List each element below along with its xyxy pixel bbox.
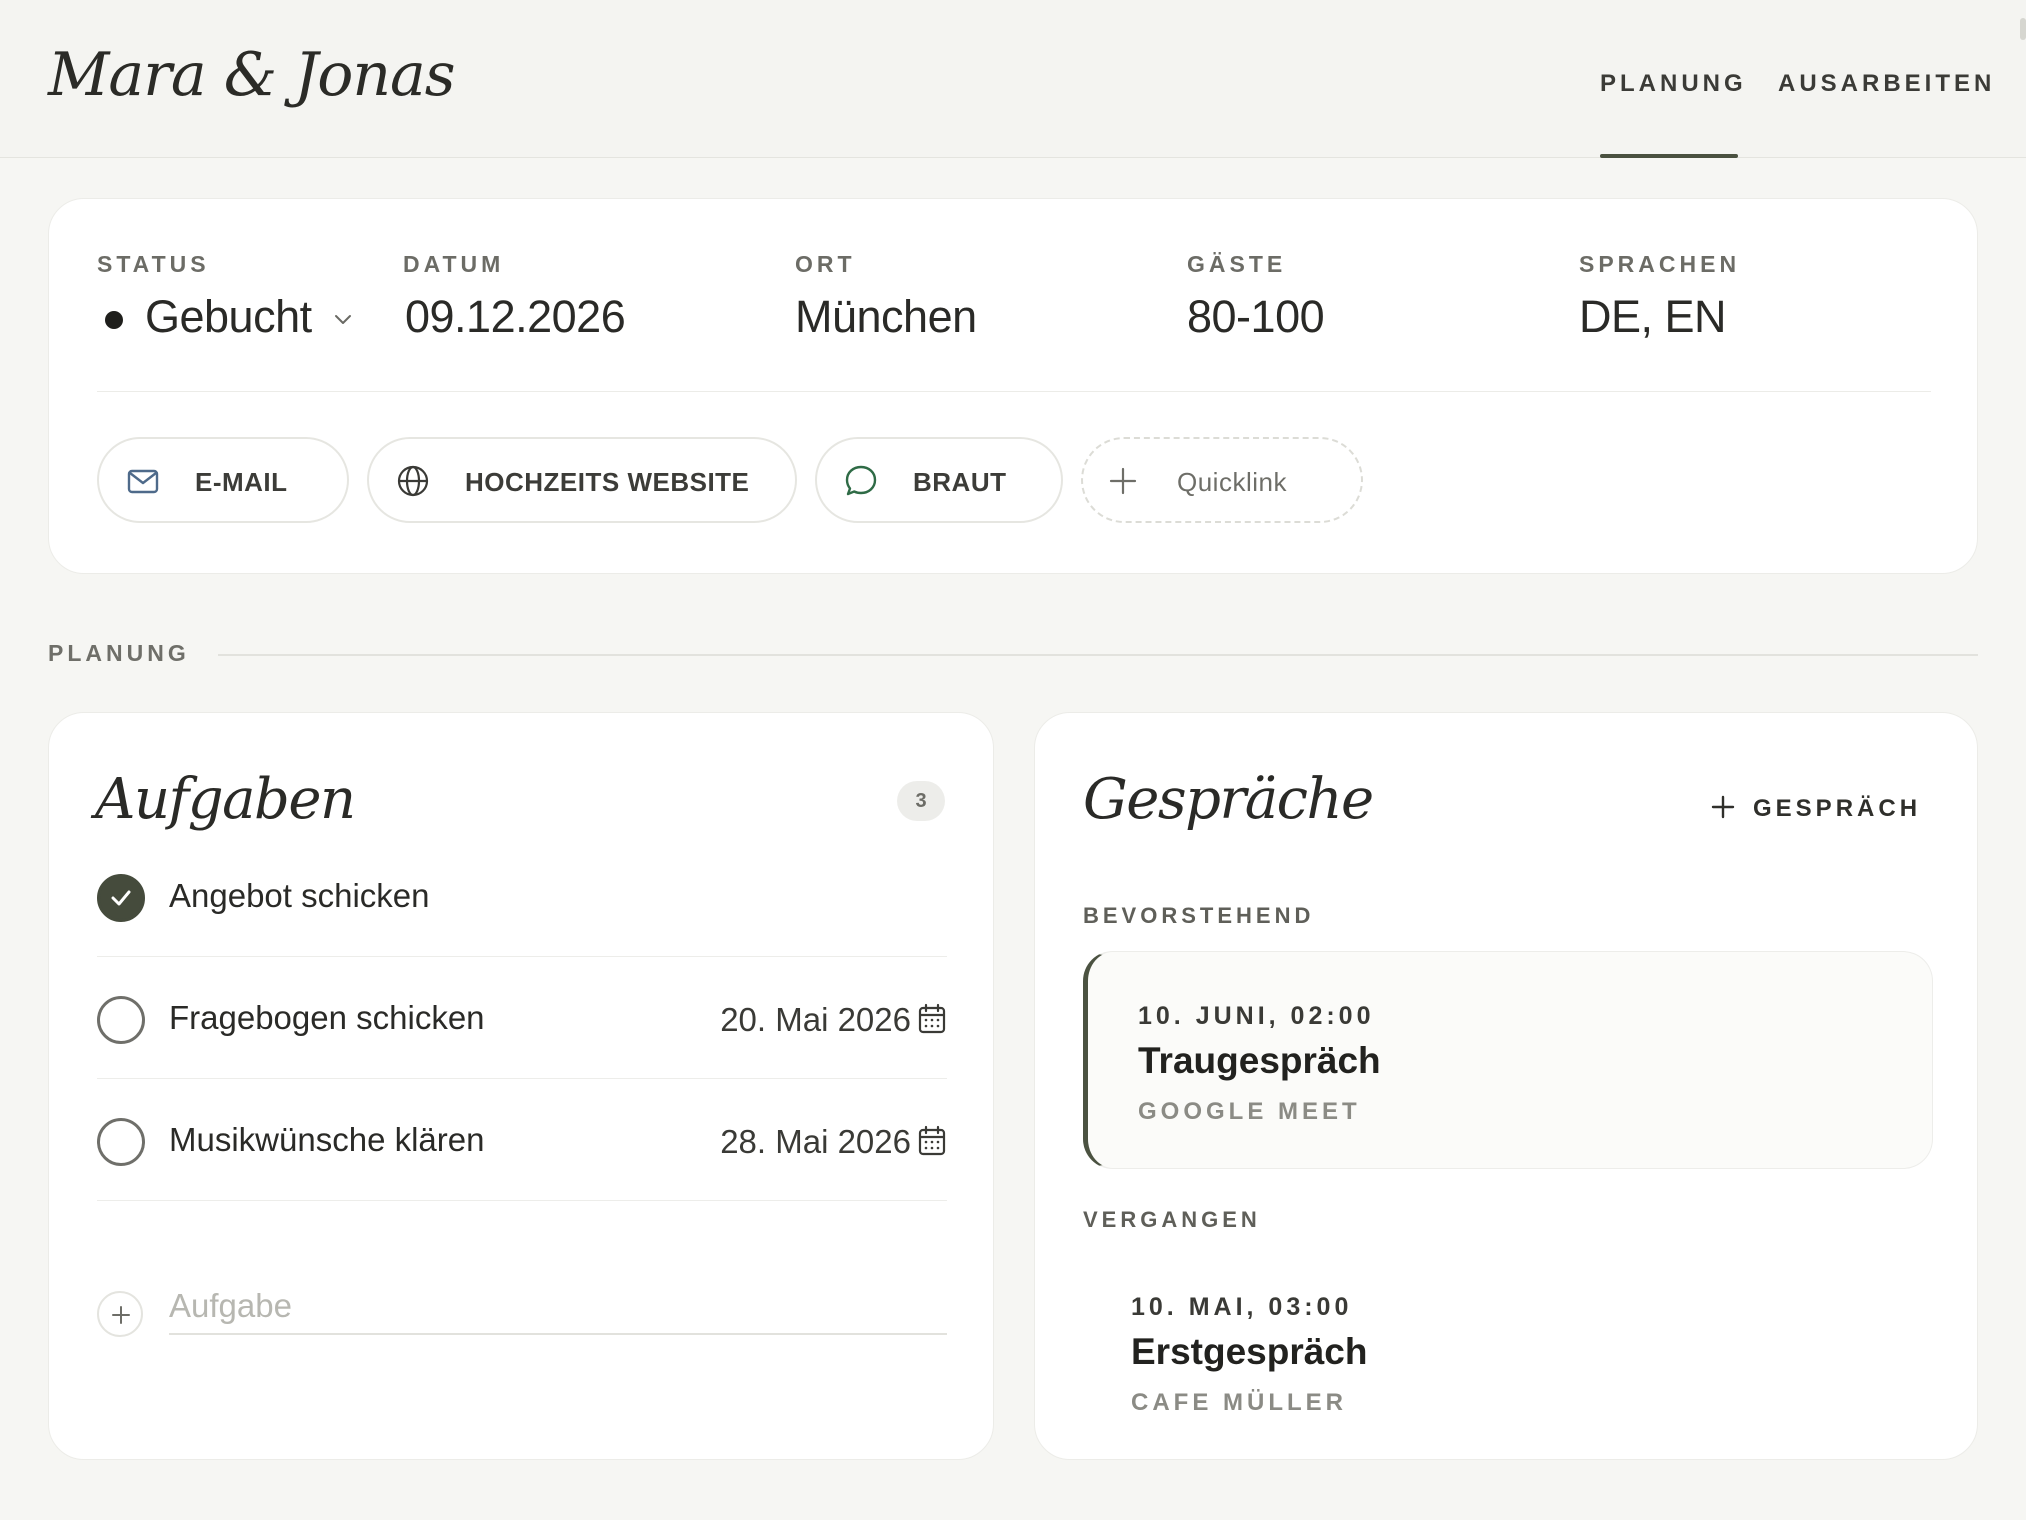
tab-ausarbeiten[interactable]: AUSARBEITEN [1778,70,1995,98]
tab-planung[interactable]: PLANUNG [1600,70,1747,98]
tasks-title: Aufgaben [95,767,356,832]
app-header: Mara & Jonas PLANUNG AUSARBEITEN [0,0,2026,158]
conversation-location: GOOGLE MEET [1138,1098,1361,1125]
tasks-count-badge: 3 [897,781,945,821]
section-divider [218,654,1978,656]
bride-chat-link-button[interactable]: BRAUT [815,437,1063,523]
languages-label: SPRACHEN [1579,251,1741,277]
past-conversation-item[interactable]: 10. MAI, 03:00 Erstgespräch CAFE MÜLLER [1083,1243,1933,1416]
wedding-website-link-button[interactable]: HOCHZEITS WEBSITE [367,437,797,523]
guests-value[interactable]: 80-100 [1187,291,1325,343]
conversation-time: 10. MAI, 03:00 [1131,1293,1353,1321]
quicklink-label: Quicklink [1177,467,1287,497]
add-conversation-label: GESPRÄCH [1753,795,1922,822]
conversation-title: Erstgespräch [1131,1331,1368,1372]
task-title[interactable]: Angebot schicken [169,877,430,915]
add-task-button[interactable] [97,1291,143,1337]
plus-icon [1711,795,1735,819]
status-label: STATUS [97,251,210,277]
place-value[interactable]: München [795,291,977,343]
task-row: Fragebogen schicken 20. Mai 2026 [97,957,947,1079]
past-label: VERGANGEN [1083,1207,1261,1232]
upcoming-conversation-card[interactable]: 10. JUNI, 02:00 Traugespräch GOOGLE MEET [1083,951,1933,1169]
chat-bubble-icon [845,465,877,496]
task-title[interactable]: Fragebogen schicken [169,999,485,1037]
task-checkbox[interactable] [97,1118,145,1166]
languages-value[interactable]: DE, EN [1579,291,1727,343]
task-row: Angebot schicken [97,835,947,957]
task-row: Musikwünsche klären 28. Mai 2026 [97,1079,947,1201]
plus-icon [1109,467,1137,495]
bride-chat-link-label: BRAUT [913,467,1007,497]
conversation-time: 10. JUNI, 02:00 [1138,1002,1375,1030]
section-heading-planung: PLANUNG [48,640,190,666]
divider [97,391,1931,392]
conversation-title: Traugespräch [1138,1040,1381,1081]
add-quicklink-button[interactable]: Quicklink [1081,437,1363,523]
new-task-input[interactable] [169,1279,947,1335]
conversation-location: CAFE MÜLLER [1131,1389,1347,1416]
wedding-website-link-label: HOCHZEITS WEBSITE [465,467,750,497]
conversations-card: Gespräche GESPRÄCH BEVORSTEHEND 10. JUNI… [1034,712,1978,1460]
globe-icon [397,465,429,497]
status-dropdown[interactable]: Gebucht [145,291,312,343]
plus-icon [112,1306,130,1324]
couple-name-title: Mara & Jonas [48,40,456,110]
active-tab-indicator [1600,154,1738,158]
chevron-down-icon[interactable] [331,307,355,331]
email-link-button[interactable]: E-MAIL [97,437,349,523]
place-label: ORT [795,251,856,277]
tasks-card: Aufgaben 3 Angebot schicken Fragebogen s… [48,712,994,1460]
calendar-icon[interactable] [917,1125,947,1157]
task-checkbox-checked[interactable] [97,874,145,922]
task-due-date[interactable]: 28. Mai 2026 [720,1123,911,1161]
date-label: DATUM [403,251,505,277]
status-dot-icon [105,311,123,329]
email-link-label: E-MAIL [195,467,288,497]
conversations-title: Gespräche [1083,767,1374,832]
task-checkbox[interactable] [97,996,145,1044]
task-due-date[interactable]: 20. Mai 2026 [720,1001,911,1039]
checkmark-icon [111,890,131,906]
upcoming-label: BEVORSTEHEND [1083,903,1315,928]
calendar-icon[interactable] [917,1003,947,1035]
scrollbar-thumb[interactable] [2020,18,2026,40]
wedding-overview-card: STATUS Gebucht DATUM 09.12.2026 ORT Münc… [48,198,1978,574]
task-title[interactable]: Musikwünsche klären [169,1121,484,1159]
mail-icon [127,469,159,494]
guests-label: GÄSTE [1187,251,1287,277]
date-value[interactable]: 09.12.2026 [405,291,626,343]
